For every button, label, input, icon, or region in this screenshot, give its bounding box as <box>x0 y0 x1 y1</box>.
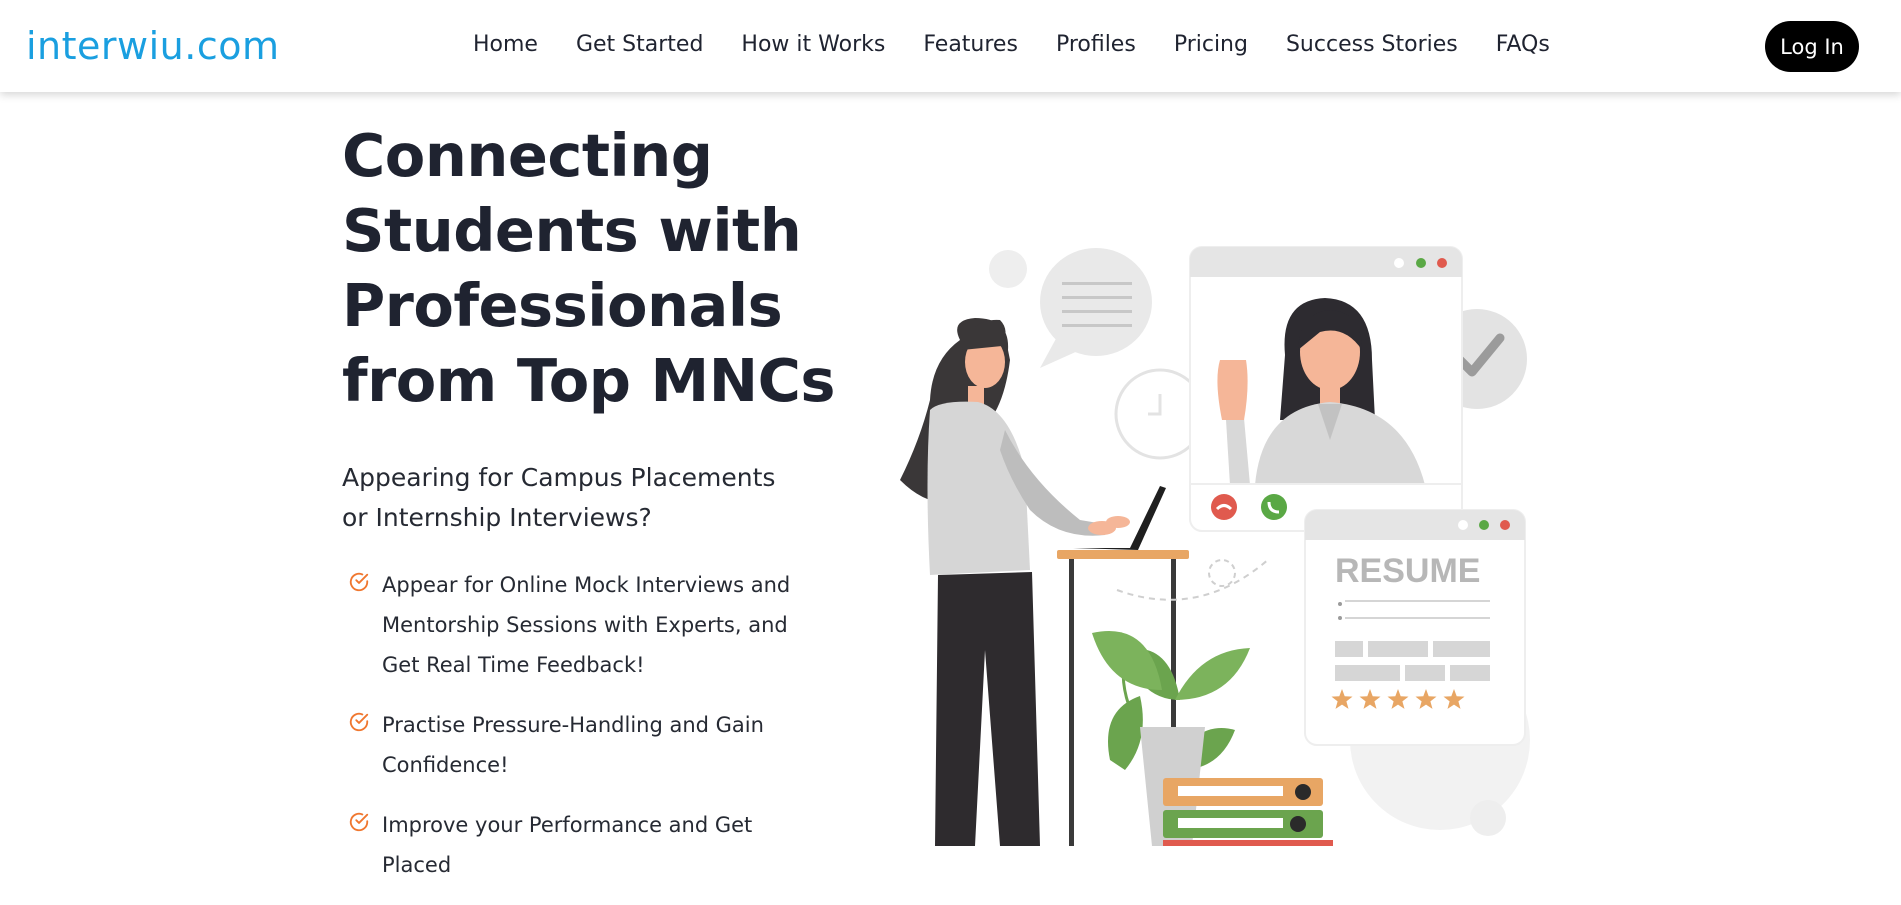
bg-circle <box>1470 800 1506 836</box>
top-navbar: interwiu.com Home Get Started How it Wor… <box>0 0 1901 92</box>
hero-title-line: Professionals <box>342 271 783 340</box>
hero-subtitle-line: or Internship Interviews? <box>342 503 652 532</box>
nav-features[interactable]: Features <box>923 32 1018 57</box>
accept-call-icon <box>1261 494 1287 520</box>
feature-text: Improve your Performance and Get Placed <box>382 813 753 877</box>
nav-how-it-works[interactable]: How it Works <box>741 32 885 57</box>
student-figure <box>900 318 1130 846</box>
video-call-window <box>1189 246 1463 532</box>
hero-subtitle: Appearing for Campus Placements or Inter… <box>342 458 822 538</box>
bg-circle <box>989 250 1027 288</box>
hero-title-line: from Top MNCs <box>342 346 836 415</box>
nav-pricing[interactable]: Pricing <box>1174 32 1248 57</box>
feature-item: Practise Pressure-Handling and Gain Conf… <box>342 705 822 785</box>
check-circle-icon <box>349 712 369 732</box>
feature-item: Appear for Online Mock Interviews and Me… <box>342 565 822 685</box>
chat-bubble-icon <box>1040 248 1152 368</box>
nav-faqs[interactable]: FAQs <box>1496 32 1550 57</box>
main-nav: Home Get Started How it Works Features P… <box>473 32 1588 57</box>
resume-label: RESUME <box>1335 552 1480 590</box>
nav-home[interactable]: Home <box>473 32 538 57</box>
feature-text: Appear for Online Mock Interviews and Me… <box>382 573 791 677</box>
resume-card: RESUME <box>1304 509 1526 746</box>
check-circle-icon <box>349 812 369 832</box>
hero-subtitle-line: Appearing for Campus Placements <box>342 463 776 492</box>
nav-profiles[interactable]: Profiles <box>1056 32 1136 57</box>
binders-stack <box>1163 778 1333 846</box>
hero-title-line: Students with <box>342 196 802 265</box>
login-button[interactable]: Log In <box>1765 21 1859 72</box>
feature-text: Practise Pressure-Handling and Gain Conf… <box>382 713 764 777</box>
check-circle-icon <box>349 572 369 592</box>
feature-item: Improve your Performance and Get Placed <box>342 805 822 885</box>
hero-title: Connecting Students with Professionals f… <box>342 118 862 418</box>
nav-success-stories[interactable]: Success Stories <box>1286 32 1458 57</box>
hero-illustration: RESUME <box>900 246 1530 846</box>
site-logo[interactable]: interwiu.com <box>26 24 280 68</box>
hero-title-line: Connecting <box>342 121 713 190</box>
feature-list: Appear for Online Mock Interviews and Me… <box>342 565 822 905</box>
nav-get-started[interactable]: Get Started <box>576 32 703 57</box>
